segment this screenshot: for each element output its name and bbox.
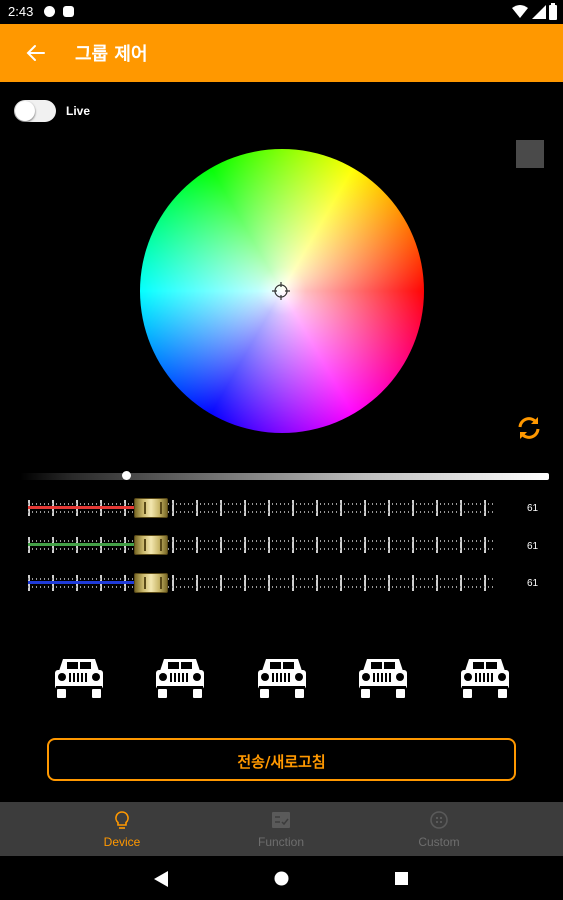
blue-slider-thumb[interactable] [133, 573, 168, 593]
back-triangle-icon[interactable] [154, 871, 168, 887]
status-bar: 2:43 [0, 0, 563, 24]
vehicle-2[interactable] [155, 655, 205, 699]
red-slider[interactable] [28, 498, 498, 518]
blue-slider-fill [28, 581, 151, 584]
sd-card-icon [63, 6, 74, 17]
send-refresh-label: 전송/새로고침 [237, 753, 326, 771]
recents-square-icon[interactable] [395, 872, 408, 885]
nav-custom[interactable]: Custom [379, 802, 499, 856]
sync-icon [518, 417, 540, 439]
green-slider[interactable] [28, 535, 498, 555]
green-slider-thumb[interactable] [133, 535, 168, 555]
wifi-icon [512, 5, 528, 18]
home-circle-icon[interactable] [274, 871, 289, 886]
arrow-left-icon [26, 45, 45, 61]
toggle-knob [15, 101, 35, 121]
brightness-slider[interactable] [20, 471, 549, 481]
jeep-icon [55, 659, 103, 698]
battery-icon [549, 3, 557, 20]
crosshair-icon [272, 282, 290, 300]
blue-slider[interactable] [28, 573, 498, 593]
vehicle-3[interactable] [257, 655, 307, 699]
nav-device-label: Device [103, 835, 141, 849]
refresh-button[interactable] [515, 414, 543, 442]
status-time: 2:43 [8, 4, 34, 19]
live-toggle[interactable] [14, 100, 56, 122]
custom-icon [430, 811, 448, 829]
jeep-icon [359, 659, 407, 698]
nav-function[interactable]: Function [221, 802, 341, 856]
send-refresh-button[interactable]: 전송/새로고침 [47, 738, 516, 781]
vehicle-5[interactable] [460, 655, 510, 699]
nav-function-label: Function [257, 835, 305, 849]
green-value: 61 [527, 541, 539, 552]
back-button[interactable] [20, 37, 52, 69]
system-nav-bar [0, 856, 563, 900]
bottom-nav: Device Function Custom [0, 802, 563, 856]
brightness-thumb[interactable] [121, 471, 131, 480]
vehicle-1[interactable] [54, 655, 104, 699]
jeep-icon [258, 659, 306, 698]
jeep-icon [461, 659, 509, 698]
brightness-track [20, 473, 549, 480]
page-title: 그룹 제어 [75, 44, 148, 65]
red-value: 61 [527, 503, 539, 514]
app-bar: 그룹 제어 [0, 24, 563, 82]
blue-value: 61 [527, 578, 539, 589]
nav-device[interactable]: Device [62, 802, 182, 856]
nav-custom-label: Custom [418, 835, 460, 849]
vehicle-4[interactable] [358, 655, 408, 699]
notification-icon [44, 6, 55, 17]
red-slider-fill [28, 506, 151, 509]
jeep-icon [156, 659, 204, 698]
lightbulb-icon [115, 811, 129, 829]
signal-icon [532, 5, 546, 19]
live-label: Live [66, 104, 91, 118]
color-preview-swatch [516, 140, 544, 168]
red-slider-thumb[interactable] [133, 498, 168, 518]
green-slider-fill [28, 543, 151, 546]
checklist-icon [272, 812, 290, 828]
